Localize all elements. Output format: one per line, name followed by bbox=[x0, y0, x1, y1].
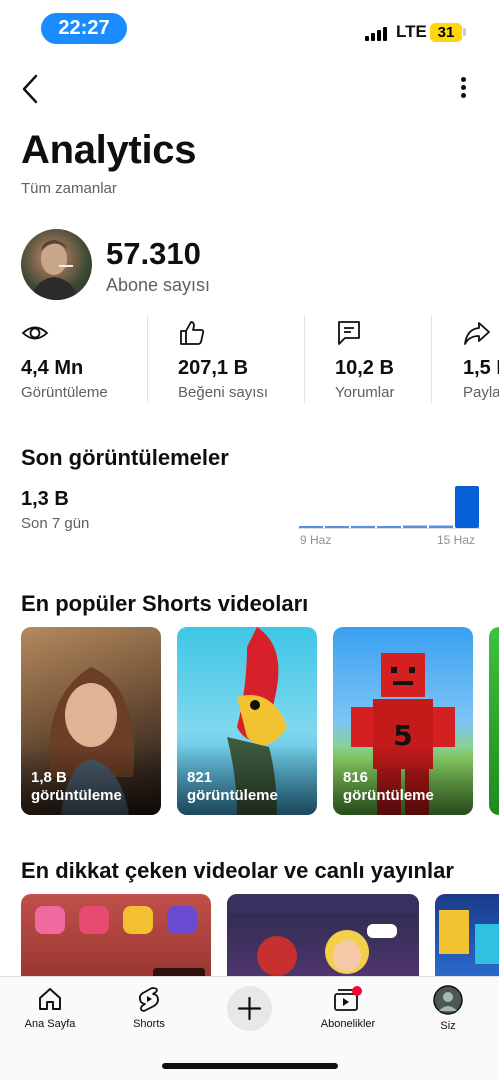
subscriptions-icon bbox=[334, 986, 362, 1011]
short-views: 816 bbox=[343, 769, 369, 786]
likes-label: Beğeni sayısı bbox=[178, 384, 269, 401]
profile-avatar-icon bbox=[433, 985, 463, 1015]
comments-value: 10,2 B bbox=[335, 357, 394, 379]
shares-value: 1,5 B bbox=[463, 357, 499, 379]
recent-views-period: Son 7 gün bbox=[21, 515, 90, 532]
period-subtitle: Tüm zamanlar bbox=[21, 180, 117, 197]
nav-shorts-label: Shorts bbox=[133, 1018, 165, 1030]
share-icon bbox=[464, 322, 490, 345]
nav-shorts[interactable]: Shorts bbox=[99, 985, 199, 1037]
stat-divider bbox=[431, 315, 432, 403]
recent-views-value: 1,3 B bbox=[21, 488, 69, 510]
create-button[interactable] bbox=[227, 986, 272, 1031]
video-thumbnail bbox=[227, 894, 419, 976]
more-vertical-icon bbox=[460, 77, 466, 82]
shares-label: Paylaşımlar bbox=[463, 384, 499, 401]
video-card[interactable] bbox=[227, 894, 419, 976]
shorts-carousel[interactable]: 1,8 B görüntüleme 821 görüntüleme 5 816 … bbox=[21, 627, 499, 815]
eye-icon bbox=[21, 326, 49, 340]
chart-bar bbox=[403, 525, 427, 528]
subscriber-label: Abone sayısı bbox=[106, 275, 211, 295]
back-button[interactable] bbox=[16, 72, 48, 106]
short-views: 1,8 B bbox=[31, 769, 67, 786]
short-card[interactable]: 5 816 görüntüleme bbox=[333, 627, 473, 815]
chart-tick-label: 15 Haz bbox=[437, 533, 476, 547]
nav-you-label: Siz bbox=[440, 1020, 456, 1032]
nav-subscriptions[interactable]: Abonelikler bbox=[298, 985, 398, 1037]
plus-icon bbox=[237, 996, 262, 1021]
chart-bar bbox=[299, 526, 323, 528]
channel-avatar[interactable] bbox=[21, 229, 92, 300]
stat-views[interactable]: 4,4 Mn Görüntüleme bbox=[21, 315, 178, 407]
short-views-label: görüntüleme bbox=[187, 787, 278, 804]
recent-views-title: Son görüntülemeler bbox=[21, 445, 229, 470]
short-views: 821 bbox=[187, 769, 213, 786]
stat-divider bbox=[304, 315, 305, 403]
network-label: LTE bbox=[396, 22, 427, 41]
signal-icon bbox=[365, 25, 389, 41]
short-card[interactable]: 1,8 B görüntüleme bbox=[21, 627, 161, 815]
short-card[interactable] bbox=[489, 627, 499, 815]
stat-shares[interactable]: 1,5 B Paylaşımlar bbox=[463, 315, 499, 407]
battery-icon: 31 bbox=[430, 23, 462, 42]
top-shorts-title: En popüler Shorts videoları bbox=[21, 591, 309, 616]
video-thumbnail bbox=[439, 910, 499, 964]
chart-tick-label: 9 Haz bbox=[300, 533, 332, 547]
chevron-left-icon bbox=[22, 74, 38, 104]
chart-bar bbox=[325, 526, 349, 528]
battery-cap bbox=[463, 28, 466, 36]
comment-icon bbox=[338, 321, 360, 345]
chart-bar bbox=[377, 526, 401, 528]
views-label: Görüntüleme bbox=[21, 384, 108, 401]
stat-likes[interactable]: 207,1 B Beğeni sayısı bbox=[178, 315, 335, 407]
likes-value: 207,1 B bbox=[178, 357, 249, 379]
views-value: 4,4 Mn bbox=[21, 357, 84, 379]
top-videos-title: En dikkat çeken videolar ve canlı yayınl… bbox=[21, 858, 454, 883]
short-card[interactable]: 821 görüntüleme bbox=[177, 627, 317, 815]
video-thumbnail bbox=[35, 906, 205, 976]
nav-home[interactable]: Ana Sayfa bbox=[0, 985, 100, 1037]
status-bar: 22:27 LTE 31 bbox=[0, 0, 499, 56]
comments-label: Yorumlar bbox=[335, 384, 395, 401]
avatar-photo bbox=[31, 240, 79, 300]
video-card[interactable] bbox=[21, 894, 211, 976]
nav-home-label: Ana Sayfa bbox=[24, 1018, 76, 1030]
videos-carousel[interactable] bbox=[21, 894, 499, 976]
stat-divider bbox=[147, 315, 148, 403]
bottom-navigation: Ana Sayfa Shorts Abonelikler Siz bbox=[0, 976, 499, 1080]
chart-bar bbox=[429, 525, 453, 528]
video-card[interactable] bbox=[435, 894, 499, 976]
status-time: 22:27 bbox=[41, 13, 127, 44]
short-views-label: görüntüleme bbox=[343, 787, 434, 804]
nav-subscriptions-label: Abonelikler bbox=[320, 1018, 376, 1030]
thumbs-up-icon bbox=[180, 321, 205, 345]
home-icon bbox=[39, 988, 61, 1010]
stats-row: 4,4 Mn Görüntüleme 207,1 B Beğeni sayısı… bbox=[0, 315, 499, 407]
home-indicator bbox=[162, 1063, 338, 1069]
chart-bar bbox=[455, 486, 479, 528]
chart-bar bbox=[351, 525, 375, 528]
nav-you[interactable]: Siz bbox=[398, 985, 498, 1037]
page-title: Analytics bbox=[21, 128, 197, 172]
subscriber-count: 57.310 bbox=[106, 236, 201, 271]
more-options-button[interactable] bbox=[450, 74, 476, 104]
shorts-icon bbox=[138, 987, 159, 1012]
short-views-label: görüntüleme bbox=[31, 787, 122, 804]
